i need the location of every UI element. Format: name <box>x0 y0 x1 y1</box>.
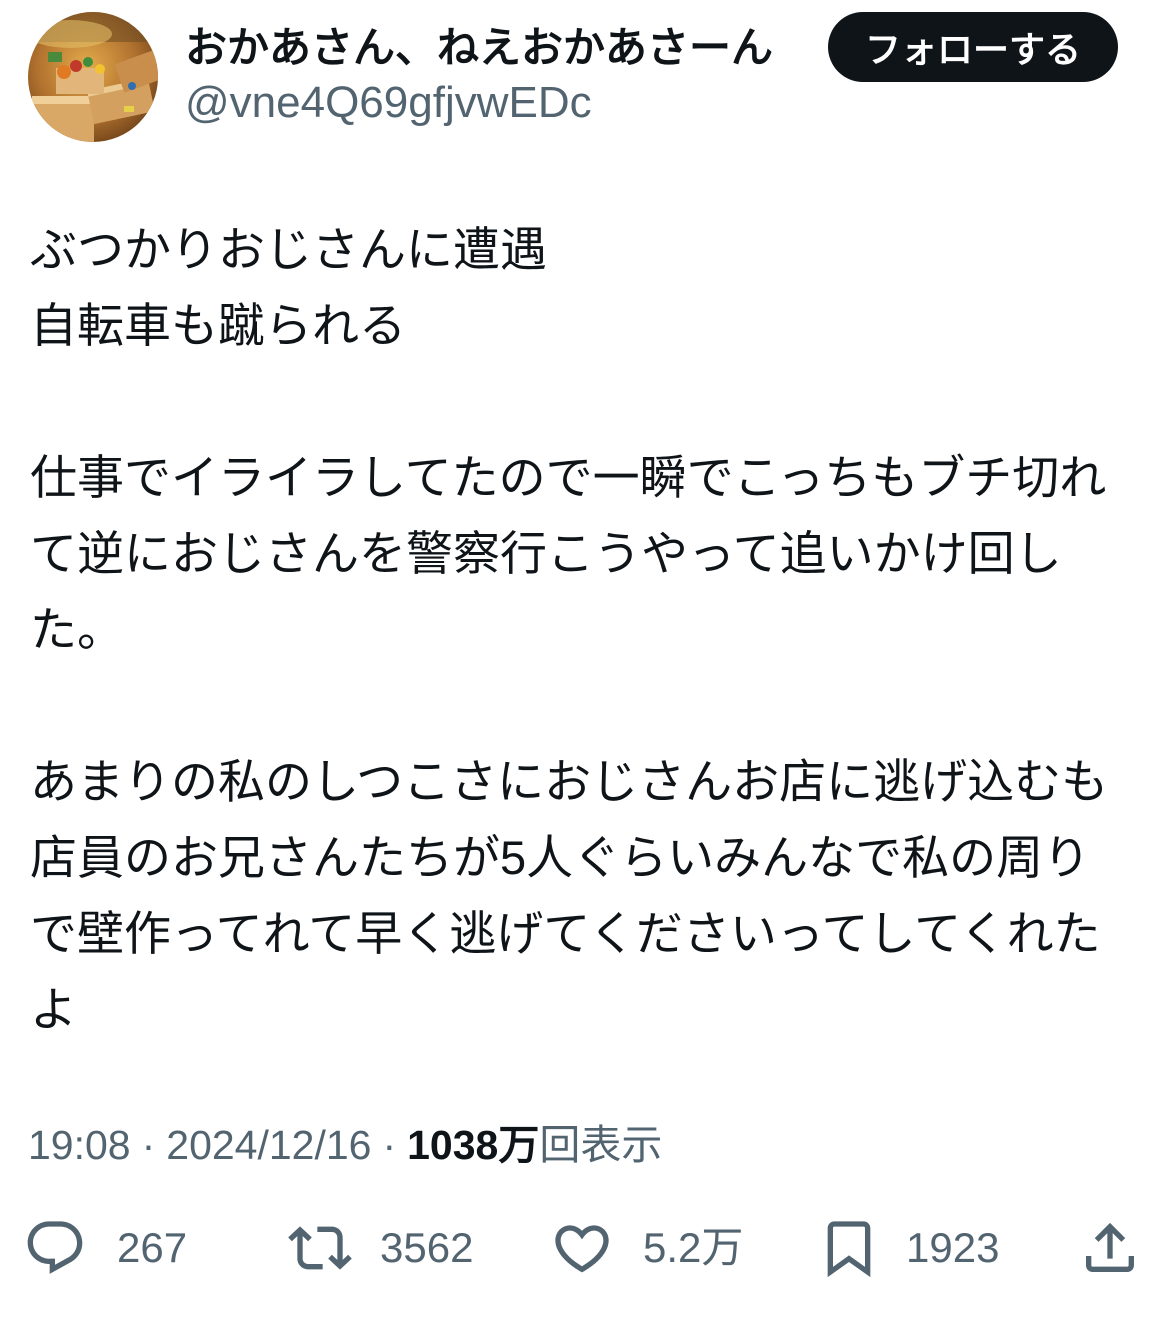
share-button[interactable] <box>1078 1216 1142 1280</box>
tweet-text-line: た。 <box>30 603 124 656</box>
tweet-text-line: よ <box>30 983 77 1036</box>
bookmark-button[interactable]: 1923 <box>817 1216 1012 1280</box>
heart-icon <box>555 1225 609 1273</box>
author-handle[interactable]: @vne4Q69gfjvwEDc <box>185 74 592 132</box>
tweet-text-line: て逆におじさんを警察行こうやって追いかけ回し <box>30 527 1062 580</box>
tweet-text-line: 仕事でイライラしてたので一瞬でこっちもブチ切れ <box>30 451 1107 504</box>
tweet-paragraph: あまりの私のしつこさにおじさんお店に逃げ込むも 店員のお兄さんたちが5人ぐらいみ… <box>30 744 1150 1048</box>
retweet-count: 3562 <box>380 1224 474 1271</box>
meta-separator: · <box>382 1122 397 1168</box>
avatar-image <box>28 12 158 142</box>
reply-icon <box>27 1221 83 1274</box>
tweet-paragraph: ぶつかりおじさんに遭遇 自転車も蹴られる <box>30 212 1150 364</box>
like-count: 5.2万 <box>643 1224 744 1271</box>
views-label: 回表示 <box>539 1122 663 1168</box>
share-icon <box>1086 1222 1134 1272</box>
tweet-paragraph: 仕事でイライラしてたので一瞬でこっちもブチ切れ て逆におじさんを警察行こうやって… <box>30 440 1150 668</box>
tweet-text-line: 自転車も蹴られる <box>30 299 406 352</box>
tweet-text-line: で壁作ってれて早く逃げてくださいってしてくれた <box>30 907 1101 960</box>
tweet-text: ぶつかりおじさんに遭遇 自転車も蹴られる 仕事でイライラしてたので一瞬でこっちも… <box>30 212 1150 1048</box>
bookmark-icon <box>827 1221 871 1278</box>
tweet-time[interactable]: 19:08 <box>28 1122 131 1168</box>
tweet-meta: 19:08 · 2024/12/16 · 1038万回表示 <box>28 1120 1138 1170</box>
tweet-date[interactable]: 2024/12/16 <box>166 1122 371 1168</box>
tweet-text-line: ぶつかりおじさんに遭遇 <box>30 223 547 276</box>
retweet-icon <box>288 1226 352 1270</box>
views-count: 1038万 <box>407 1122 540 1168</box>
tweet-text-line: あまりの私のしつこさにおじさんお店に逃げ込むも <box>30 755 1109 808</box>
reply-count: 267 <box>117 1224 188 1271</box>
meta-separator: · <box>141 1122 156 1168</box>
like-button[interactable]: 5.2万 <box>550 1216 755 1280</box>
retweet-button[interactable]: 3562 <box>288 1216 488 1280</box>
follow-button[interactable]: フォローする <box>828 12 1118 82</box>
avatar[interactable] <box>28 12 158 142</box>
tweet-text-line: 店員のお兄さんたちが5人ぐらいみんなで私の周り <box>30 831 1091 884</box>
reply-button[interactable]: 267 <box>23 1216 193 1280</box>
bookmark-count: 1923 <box>906 1224 1000 1271</box>
author-display-name[interactable]: おかあさん、ねえおかあさーん <box>185 18 773 78</box>
